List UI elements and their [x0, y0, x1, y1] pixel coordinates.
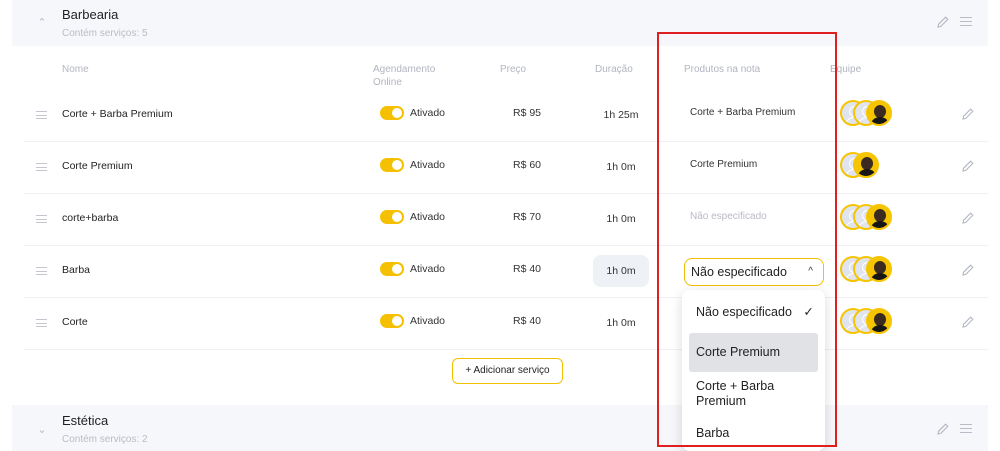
drag-handle-icon[interactable] — [36, 267, 47, 276]
invoice-product-select[interactable]: Não especificado ^ — [684, 258, 824, 286]
online-booking-toggle[interactable] — [380, 314, 404, 328]
invoice-product[interactable]: Corte Premium — [690, 159, 757, 170]
avatar — [866, 204, 892, 230]
dropdown-option[interactable]: Corte + Barba Premium — [689, 379, 818, 411]
service-duration[interactable]: 1h 0m — [593, 255, 649, 287]
drag-handle-icon[interactable] — [36, 111, 47, 120]
avatar — [853, 152, 879, 178]
team-avatars[interactable] — [840, 204, 900, 232]
col-header-price: Preço — [500, 64, 527, 75]
col-header-duration: Duração — [595, 64, 633, 75]
avatar — [866, 100, 892, 126]
drag-handle-icon[interactable] — [36, 163, 47, 172]
add-service-button[interactable]: + Adicionar serviço — [452, 358, 563, 384]
group-service-count: Contém serviços: 5 — [62, 28, 148, 39]
team-avatars[interactable] — [840, 308, 900, 336]
team-avatars[interactable] — [840, 152, 900, 180]
service-price: R$ 60 — [512, 159, 542, 171]
pencil-icon[interactable] — [936, 422, 950, 436]
group-header-estetica[interactable]: ⌄ Estética Contém serviços: 2 — [12, 405, 988, 451]
drag-handle-icon[interactable] — [36, 215, 47, 224]
col-header-products: Produtos na nota — [684, 64, 761, 75]
pencil-icon[interactable] — [961, 107, 975, 121]
drag-handle-icon[interactable] — [960, 17, 972, 27]
service-row[interactable]: corte+barba Ativado R$ 70 1h 0m Não espe… — [24, 194, 988, 246]
service-name: Corte — [62, 316, 88, 328]
service-row[interactable]: Barba Ativado R$ 40 1h 0m — [24, 246, 988, 298]
dropdown-option[interactable]: Corte Premium — [689, 333, 818, 372]
service-price: R$ 70 — [512, 211, 542, 223]
pencil-icon[interactable] — [961, 211, 975, 225]
service-price: R$ 95 — [512, 107, 542, 119]
service-name: Corte + Barba Premium — [62, 108, 173, 120]
online-booking-toggle[interactable] — [380, 158, 404, 172]
online-booking-status: Ativado — [410, 263, 446, 275]
chevron-up-icon[interactable]: ⌃ — [36, 17, 48, 29]
dropdown-option[interactable]: Barba — [689, 426, 818, 444]
invoice-product[interactable]: Não especificado — [690, 211, 767, 222]
chevron-down-icon[interactable]: ⌄ — [36, 424, 48, 436]
avatar — [866, 308, 892, 334]
team-avatars[interactable] — [840, 100, 900, 128]
online-booking-status: Ativado — [410, 211, 446, 223]
group-service-count: Contém serviços: 2 — [62, 434, 148, 445]
online-booking-toggle[interactable] — [380, 210, 404, 224]
service-duration[interactable]: 1h 0m — [593, 151, 649, 183]
chevron-up-icon: ^ — [808, 266, 813, 277]
service-row[interactable]: Corte Premium Ativado R$ 60 1h 0m Corte … — [24, 142, 988, 194]
service-name: corte+barba — [62, 212, 119, 224]
pencil-icon[interactable] — [961, 159, 975, 173]
col-header-online: Agendamento Online — [373, 64, 436, 88]
service-row[interactable]: Corte Ativado R$ 40 1h 0m — [24, 298, 988, 350]
checkmark-icon: ✓ — [803, 305, 814, 319]
invoice-product[interactable]: Corte + Barba Premium — [690, 107, 795, 118]
online-booking-status: Ativado — [410, 315, 446, 327]
pencil-icon[interactable] — [936, 15, 950, 29]
online-booking-status: Ativado — [410, 107, 446, 119]
select-value: Não especificado — [691, 265, 787, 279]
online-booking-toggle[interactable] — [380, 262, 404, 276]
drag-handle-icon[interactable] — [36, 319, 47, 328]
col-header-name: Nome — [62, 64, 89, 75]
service-duration[interactable]: 1h 25m — [593, 99, 649, 131]
pencil-icon[interactable] — [961, 263, 975, 277]
online-booking-status: Ativado — [410, 159, 446, 171]
col-header-team: Equipe — [830, 64, 862, 75]
online-booking-toggle[interactable] — [380, 106, 404, 120]
service-row[interactable]: Corte + Barba Premium Ativado R$ 95 1h 2… — [24, 90, 988, 142]
service-price: R$ 40 — [512, 263, 542, 275]
service-name: Corte Premium — [62, 160, 133, 172]
service-name: Barba — [62, 264, 91, 276]
product-dropdown-menu: Não especificado ✓ Corte Premium Corte +… — [682, 290, 825, 451]
dropdown-option[interactable]: Não especificado ✓ — [689, 305, 818, 323]
team-avatars[interactable] — [840, 256, 900, 284]
pencil-icon[interactable] — [961, 315, 975, 329]
service-duration[interactable]: 1h 0m — [593, 307, 649, 339]
group-title: Barbearia — [62, 7, 119, 22]
avatar — [866, 256, 892, 282]
service-price: R$ 40 — [512, 315, 542, 327]
group-title: Estética — [62, 413, 109, 428]
drag-handle-icon[interactable] — [960, 424, 972, 434]
service-duration[interactable]: 1h 0m — [593, 203, 649, 235]
group-header-barbearia[interactable]: ⌃ Barbearia Contém serviços: 5 — [12, 0, 988, 46]
